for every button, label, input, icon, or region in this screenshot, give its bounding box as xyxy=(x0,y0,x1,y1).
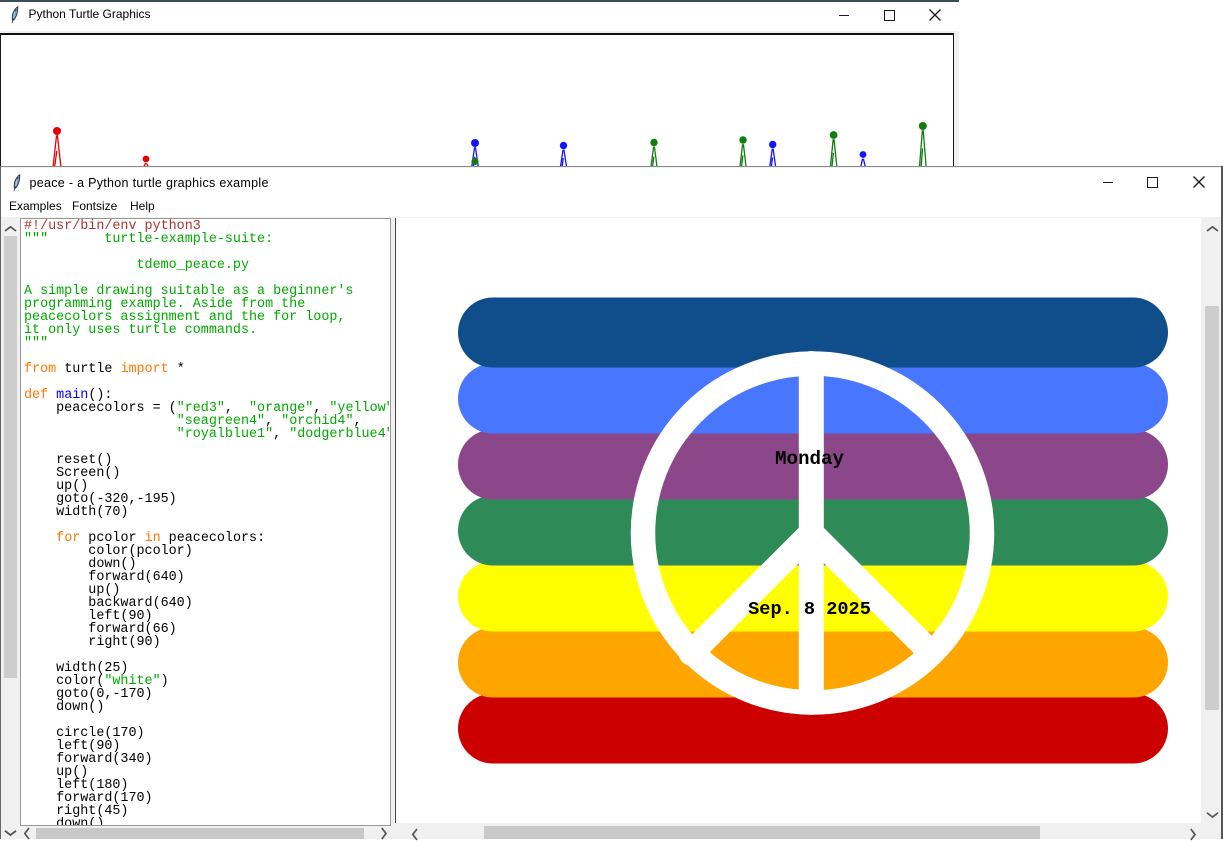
svg-text:Monday: Monday xyxy=(775,448,845,470)
svg-text:Sep. 8 2025: Sep. 8 2025 xyxy=(748,599,871,620)
